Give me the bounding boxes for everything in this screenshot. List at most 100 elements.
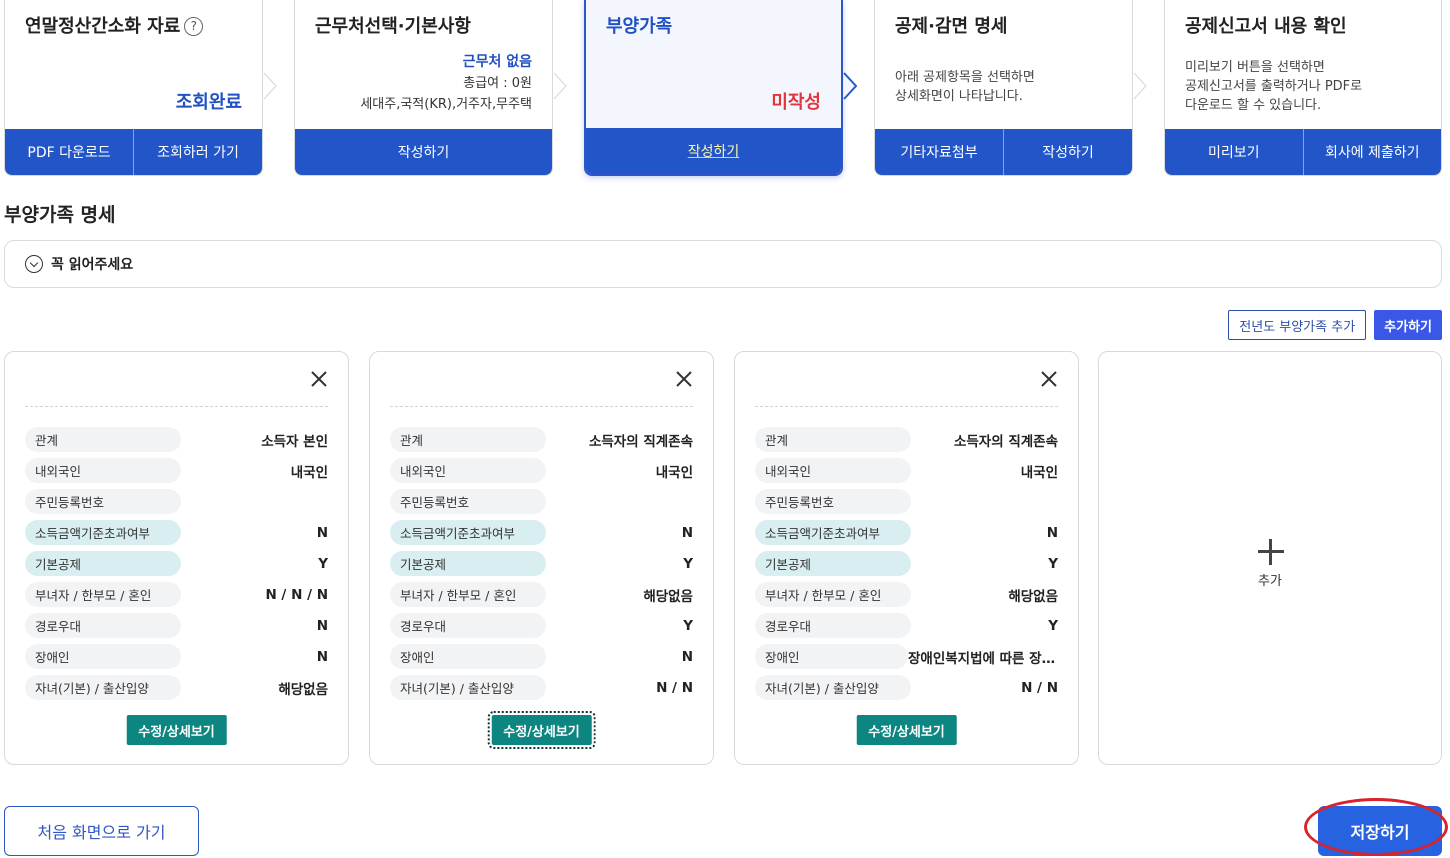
row-value: N / N: [656, 679, 693, 696]
dependent-row-child-birth: 자녀(기본) / 출산입양 해당없음: [25, 672, 328, 703]
desc-line: 상세화면이 나타납니다.: [895, 89, 1023, 104]
step-progress: 연말정산간소화 자료? 조회완료 PDF 다운로드 조회하러 가기 근무처선택·…: [0, 0, 1450, 180]
step-button-bar: 기타자료첨부 작성하기: [875, 129, 1132, 175]
close-icon[interactable]: [310, 370, 328, 388]
row-label: 주민등록번호: [390, 489, 546, 514]
dependent-row-elder: 경로우대 N: [25, 610, 328, 641]
row-label: 기본공제: [755, 551, 911, 576]
dependent-row-elder: 경로우대 Y: [390, 610, 693, 641]
row-label: 내외국인: [755, 458, 911, 483]
write-deductions-button[interactable]: 작성하기: [1003, 129, 1132, 175]
write-workplace-button[interactable]: 작성하기: [295, 129, 552, 175]
row-value: N / N / N: [265, 586, 328, 603]
row-label: 기본공제: [390, 551, 546, 576]
row-value: Y: [318, 555, 328, 572]
row-label: 장애인: [390, 644, 546, 669]
row-value: 해당없음: [643, 588, 693, 605]
step-button-bar: 작성하기: [586, 128, 841, 174]
dependent-row-income-over: 소득금액기준초과여부 N: [25, 517, 328, 548]
close-icon[interactable]: [675, 370, 693, 388]
step-title: 근무처선택·기본사항: [315, 16, 471, 37]
dependent-row-woman-single-marriage: 부녀자 / 한부모 / 혼인 해당없음: [390, 579, 693, 610]
row-value: Y: [683, 555, 693, 572]
row-value: N: [1046, 524, 1058, 541]
add-dependent-card[interactable]: 추가: [1098, 351, 1442, 765]
row-label: 경로우대: [755, 613, 911, 638]
help-icon[interactable]: ?: [184, 17, 204, 36]
attach-other-data-button[interactable]: 기타자료첨부: [875, 129, 1003, 175]
go-lookup-button[interactable]: 조회하러 가기: [133, 129, 262, 175]
row-label: 부녀자 / 한부모 / 혼인: [390, 582, 546, 607]
notice-accordion[interactable]: 꼭 읽어주세요: [4, 240, 1442, 288]
dependent-row-elder: 경로우대 Y: [755, 610, 1058, 641]
add-dependent-button[interactable]: 추가하기: [1374, 310, 1442, 340]
household-info: 세대주,국적(KR),거주자,무주택: [360, 97, 532, 112]
section-title: 부양가족 명세: [4, 204, 116, 226]
edit-detail-button[interactable]: 수정/상세보기: [856, 715, 957, 745]
divider: [390, 406, 693, 407]
dependent-rows: 관계 소득자의 직계존속 내외국인 내국인 주민등록번호 소득금액기준초과여부 N 기본공제 Y…: [755, 424, 1058, 703]
row-label: 부녀자 / 한부모 / 혼인: [25, 582, 181, 607]
row-label: 내외국인: [25, 458, 181, 483]
step-info: 근무처 없음 총급여 : 0원 세대주,국적(KR),거주자,무주택: [360, 52, 532, 115]
step-button-bar: 작성하기: [295, 129, 552, 175]
row-value: N: [316, 524, 328, 541]
dependent-row-basic: 기본공제 Y: [755, 548, 1058, 579]
write-dependents-button[interactable]: 작성하기: [586, 128, 841, 174]
step-title: 공제신고서 내용 확인: [1185, 16, 1347, 37]
step-title: 부양가족: [606, 16, 673, 37]
go-home-button[interactable]: 처음 화면으로 가기: [4, 806, 199, 856]
dependent-row-child-birth: 자녀(기본) / 출산입양 N / N: [755, 672, 1058, 703]
edit-detail-button[interactable]: 수정/상세보기: [126, 715, 227, 745]
chevron-right-icon: [1133, 72, 1147, 100]
chevron-down-icon: [25, 255, 43, 273]
save-button[interactable]: 저장하기: [1318, 806, 1442, 856]
row-value: 내국인: [655, 464, 693, 481]
row-label: 소득금액기준초과여부: [755, 520, 911, 545]
row-value: 내국인: [1020, 464, 1058, 481]
dependent-row-woman-single-marriage: 부녀자 / 한부모 / 혼인 N / N / N: [25, 579, 328, 610]
add-prev-year-dependents-button[interactable]: 전년도 부양가족 추가: [1228, 310, 1367, 340]
row-label: 자녀(기본) / 출산입양: [755, 675, 911, 700]
dependent-row-nationality: 내외국인 내국인: [755, 455, 1058, 486]
plus-icon: [1258, 539, 1284, 565]
row-label: 내외국인: [390, 458, 546, 483]
total-salary: 총급여 : 0원: [463, 76, 532, 91]
row-value: N: [316, 617, 328, 634]
row-label: 소득금액기준초과여부: [390, 520, 546, 545]
dependent-row-nationality: 내외국인 내국인: [25, 455, 328, 486]
dependent-row-disabled: 장애인 N: [25, 641, 328, 672]
dependent-actions: 전년도 부양가족 추가 추가하기: [1228, 310, 1442, 340]
row-label: 자녀(기본) / 출산입양: [390, 675, 546, 700]
step-title-text: 연말정산간소화 자료: [25, 16, 181, 37]
dependent-row-nationality: 내외국인 내국인: [390, 455, 693, 486]
desc-line: 공제신고서를 출력하거나 PDF로: [1185, 79, 1363, 94]
row-value: N: [681, 648, 693, 665]
dependent-row-disabled: 장애인 N: [390, 641, 693, 672]
dependent-card: 관계 소득자의 직계존속 내외국인 내국인 주민등록번호 소득금액기준초과여부 N 기본공제 Y…: [734, 351, 1079, 765]
step-title: 공제·감면 명세: [895, 16, 1008, 37]
row-value: N / N: [1021, 679, 1058, 696]
row-value: 해당없음: [1008, 588, 1058, 605]
row-label: 관계: [755, 427, 911, 452]
edit-detail-button[interactable]: 수정/상세보기: [487, 711, 596, 749]
row-value: 해당없음: [278, 681, 328, 698]
row-label: 부녀자 / 한부모 / 혼인: [755, 582, 911, 607]
add-card-label: 추가: [1258, 574, 1282, 589]
pdf-download-button[interactable]: PDF 다운로드: [5, 129, 133, 175]
notice-label: 꼭 읽어주세요: [51, 257, 134, 273]
row-value: 소득자의 직계존속: [588, 433, 693, 450]
dependent-row-relation: 관계 소득자의 직계존속: [755, 424, 1058, 455]
dependent-card: 관계 소득자 본인 내외국인 내국인 주민등록번호 소득금액기준초과여부 N 기본공제 Y 부녀자…: [4, 351, 349, 765]
row-value: 소득자의 직계존속: [953, 433, 1058, 450]
dependent-row-income-over: 소득금액기준초과여부 N: [390, 517, 693, 548]
close-icon[interactable]: [1040, 370, 1058, 388]
step-description: 아래 공제항목을 선택하면 상세화면이 나타납니다.: [895, 68, 1035, 106]
row-label: 경로우대: [390, 613, 546, 638]
dependent-row-disabled: 장애인 장애인복지법에 따른 장애인: [755, 641, 1058, 672]
preview-button[interactable]: 미리보기: [1165, 129, 1303, 175]
dependent-row-rrn: 주민등록번호: [390, 486, 693, 517]
chevron-right-icon: [553, 72, 567, 100]
submit-to-company-button[interactable]: 회사에 제출하기: [1302, 129, 1442, 175]
step-button-bar: 미리보기 회사에 제출하기: [1165, 129, 1441, 175]
